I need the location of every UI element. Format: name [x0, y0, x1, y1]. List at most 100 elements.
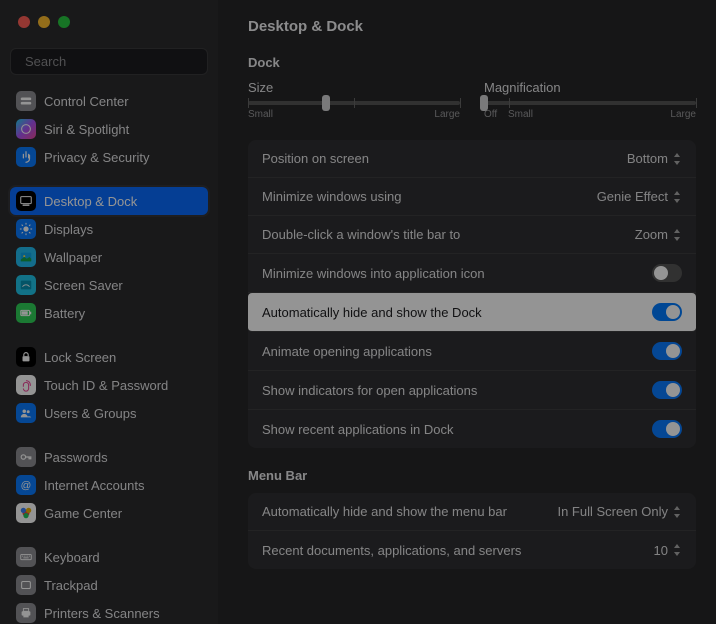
- sidebar-item-touch-id-password[interactable]: Touch ID & Password: [10, 371, 208, 399]
- toggle-switch[interactable]: [652, 264, 682, 282]
- main-content: Desktop & Dock Dock Size Small Large Mag…: [218, 0, 716, 624]
- mag-max-label: Large: [670, 109, 696, 120]
- sidebar-item-screen-saver[interactable]: Screen Saver: [10, 271, 208, 299]
- setting-row-recent-documents-applications-and-servers: Recent documents, applications, and serv…: [248, 531, 696, 569]
- sidebar-item-game-center[interactable]: Game Center: [10, 499, 208, 527]
- setting-row-minimize-windows-using: Minimize windows using Genie Effect: [248, 178, 696, 216]
- popup-value: Zoom: [635, 227, 668, 242]
- sidebar-item-siri-spotlight[interactable]: Siri & Spotlight: [10, 115, 208, 143]
- toggle-knob-icon: [666, 422, 680, 436]
- popup-value: Genie Effect: [597, 189, 668, 204]
- popup-value: Bottom: [627, 151, 668, 166]
- sidebar-item-control-center[interactable]: Control Center: [10, 87, 208, 115]
- dock-settings-panel: Position on screen Bottom Minimize windows…: [248, 140, 696, 448]
- fullscreen-window-icon[interactable]: [58, 16, 70, 28]
- sidebar-item-passwords[interactable]: Passwords: [10, 443, 208, 471]
- sidebar-item-label: Printers & Scanners: [44, 606, 160, 621]
- search-input[interactable]: [25, 54, 201, 69]
- popup-button[interactable]: Zoom: [635, 227, 682, 242]
- dock-size-slider[interactable]: Size Small Large: [248, 80, 460, 120]
- sidebar-item-label: Lock Screen: [44, 350, 116, 365]
- slider-thumb-icon[interactable]: [480, 95, 488, 111]
- touch-icon: [16, 375, 36, 395]
- sidebar-item-label: Internet Accounts: [44, 478, 144, 493]
- toggle-knob-icon: [666, 305, 680, 319]
- setting-row-show-indicators-for-open-applications: Show indicators for open applications: [248, 371, 696, 410]
- setting-label: Minimize windows using: [262, 189, 401, 204]
- sidebar-item-label: Screen Saver: [44, 278, 123, 293]
- users-icon: [16, 403, 36, 423]
- toggle-switch[interactable]: [652, 381, 682, 399]
- siri-icon: [16, 119, 36, 139]
- size-max-label: Large: [434, 109, 460, 120]
- setting-label: Animate opening applications: [262, 344, 432, 359]
- search-field[interactable]: [10, 48, 208, 75]
- sidebar-item-label: Touch ID & Password: [44, 378, 168, 393]
- window-traffic-lights[interactable]: [18, 16, 70, 28]
- slider-thumb-icon[interactable]: [322, 95, 330, 111]
- mag-off-label: Off: [484, 109, 508, 120]
- batt-icon: [16, 303, 36, 323]
- mag-label: Magnification: [484, 80, 696, 95]
- setting-label: Recent documents, applications, and serv…: [262, 543, 521, 558]
- at-icon: @: [16, 475, 36, 495]
- toggle-switch[interactable]: [652, 420, 682, 438]
- setting-row-double-click-a-window-s-title-bar-to: Double-click a window's title bar toZoom: [248, 216, 696, 254]
- sidebar-item-label: Trackpad: [44, 578, 98, 593]
- sidebar-item-label: Wallpaper: [44, 250, 102, 265]
- setting-row-position-on-screen: Position on screen Bottom: [248, 140, 696, 178]
- lock-icon: [16, 347, 36, 367]
- updown-arrows-icon: [672, 505, 682, 519]
- sidebar-list: Control Center Siri & Spotlight Privacy & …: [10, 87, 208, 624]
- sidebar-item-label: Control Center: [44, 94, 129, 109]
- setting-row-animate-opening-applications: Animate opening applications: [248, 332, 696, 371]
- dock-icon: [16, 191, 36, 211]
- hand-icon: [16, 147, 36, 167]
- sidebar-item-printers-scanners[interactable]: Printers & Scanners: [10, 599, 208, 624]
- game-icon: [16, 503, 36, 523]
- setting-label: Minimize windows into application icon: [262, 266, 485, 281]
- sidebar-item-label: Battery: [44, 306, 85, 321]
- setting-label: Automatically hide and show the menu bar: [262, 504, 507, 519]
- popup-button[interactable]: Bottom: [627, 151, 682, 166]
- setting-label: Position on screen: [262, 151, 369, 166]
- popup-button[interactable]: In Full Screen Only: [557, 504, 682, 519]
- sidebar-item-desktop-dock[interactable]: Desktop & Dock: [10, 187, 208, 215]
- sidebar-item-label: Game Center: [44, 506, 122, 521]
- close-window-icon[interactable]: [18, 16, 30, 28]
- popup-value: In Full Screen Only: [557, 504, 668, 519]
- sidebar-item-label: Passwords: [44, 450, 108, 465]
- minimize-window-icon[interactable]: [38, 16, 50, 28]
- dock-magnification-slider[interactable]: Magnification Off Small Large: [484, 80, 696, 120]
- sidebar: Control Center Siri & Spotlight Privacy & …: [0, 0, 218, 624]
- menubar-settings-panel: Automatically hide and show the menu bar…: [248, 493, 696, 569]
- page-title: Desktop & Dock: [248, 18, 696, 35]
- popup-button[interactable]: Genie Effect: [597, 189, 682, 204]
- sidebar-item-internet-accounts[interactable]: @ Internet Accounts: [10, 471, 208, 499]
- menubar-heading: Menu Bar: [248, 468, 696, 483]
- popup-button[interactable]: 10: [654, 543, 682, 558]
- wall-icon: [16, 247, 36, 267]
- sidebar-item-wallpaper[interactable]: Wallpaper: [10, 243, 208, 271]
- toggle-knob-icon: [666, 344, 680, 358]
- sidebar-item-trackpad[interactable]: Trackpad: [10, 571, 208, 599]
- toggle-switch[interactable]: [652, 303, 682, 321]
- setting-row-show-recent-applications-in-dock: Show recent applications in Dock: [248, 410, 696, 448]
- sidebar-item-label: Displays: [44, 222, 93, 237]
- kbd-icon: [16, 547, 36, 567]
- setting-row-minimize-windows-into-application-icon: Minimize windows into application icon: [248, 254, 696, 293]
- dock-heading: Dock: [248, 55, 696, 70]
- print-icon: [16, 603, 36, 623]
- sidebar-item-lock-screen[interactable]: Lock Screen: [10, 343, 208, 371]
- updown-arrows-icon: [672, 228, 682, 242]
- tp-icon: [16, 575, 36, 595]
- sidebar-item-keyboard[interactable]: Keyboard: [10, 543, 208, 571]
- sidebar-item-label: Privacy & Security: [44, 150, 149, 165]
- toggle-switch[interactable]: [652, 342, 682, 360]
- sidebar-item-users-groups[interactable]: Users & Groups: [10, 399, 208, 427]
- sidebar-item-displays[interactable]: Displays: [10, 215, 208, 243]
- ss-icon: [16, 275, 36, 295]
- sidebar-item-battery[interactable]: Battery: [10, 299, 208, 327]
- sidebar-item-privacy-security[interactable]: Privacy & Security: [10, 143, 208, 171]
- setting-label: Automatically hide and show the Dock: [262, 305, 482, 320]
